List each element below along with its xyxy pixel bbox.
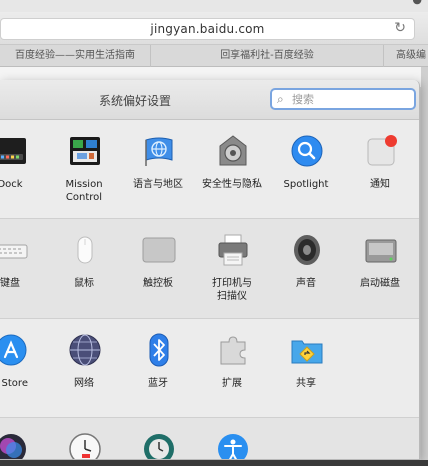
pane-label: 触控板 xyxy=(143,278,173,289)
pane-siri[interactable] xyxy=(0,418,50,459)
pane-keyboard[interactable]: 键盘 xyxy=(0,219,50,311)
pane-label: 蓝牙 xyxy=(148,378,168,389)
keyboard-icon xyxy=(0,244,28,259)
pane-language-region[interactable]: 语言与地区 xyxy=(118,120,198,212)
url-text: jingyan.baidu.com xyxy=(150,22,265,36)
mission-control-icon xyxy=(70,137,100,165)
pane-date-time[interactable] xyxy=(44,418,124,459)
siri-icon xyxy=(0,434,26,459)
accessibility-icon xyxy=(218,434,248,459)
search-input[interactable] xyxy=(292,91,408,107)
pane-label: Mission xyxy=(65,179,103,190)
pane-accessibility[interactable] xyxy=(192,418,272,459)
pane-security-privacy[interactable]: 安全性与隐私 xyxy=(192,120,272,212)
prefs-section-system xyxy=(0,417,419,459)
pane-label: Dock xyxy=(0,179,23,190)
sharing-icon xyxy=(291,340,323,364)
pane-label-line2: 扫描仪 xyxy=(217,291,247,302)
extensions-icon xyxy=(220,336,246,365)
pane-sharing[interactable]: 共享 xyxy=(266,319,346,411)
system-status-icon: ◕ xyxy=(412,0,422,6)
reload-icon[interactable]: ↻ xyxy=(394,20,406,36)
pane-bluetooth[interactable]: 蓝牙 xyxy=(118,319,198,411)
trackpad-icon xyxy=(142,237,176,263)
pane-label: 通知 xyxy=(370,179,390,190)
security-privacy-icon xyxy=(219,135,247,166)
pane-extensions[interactable]: 扩展 xyxy=(192,319,272,411)
tab-baidu-jingyan[interactable]: 百度经验——实用生活指南 xyxy=(0,45,151,67)
pane-sound[interactable]: 声音 xyxy=(266,219,346,311)
time-machine-icon xyxy=(144,434,174,459)
pane-app-store[interactable]: p Store xyxy=(0,319,50,411)
page-right-edge xyxy=(421,67,428,460)
pane-notifications[interactable]: 通知 xyxy=(340,120,419,212)
date-time-icon xyxy=(69,433,101,459)
menu-bar-strip: ◕ xyxy=(0,0,428,12)
search-field[interactable]: ⌕ xyxy=(270,88,416,110)
spotlight-icon xyxy=(291,135,323,167)
dock-icon xyxy=(0,138,26,164)
pane-trackpad[interactable]: 触控板 xyxy=(118,219,198,311)
prefs-section-personal: Dock Mission Control 语言与地区 xyxy=(0,120,419,218)
pane-time-machine[interactable] xyxy=(118,418,198,459)
pane-label: 安全性与隐私 xyxy=(202,179,262,190)
pane-spotlight[interactable]: Spotlight xyxy=(266,120,346,212)
app-store-icon xyxy=(0,334,27,366)
startup-disk-icon xyxy=(365,239,397,263)
notifications-icon xyxy=(367,135,397,166)
pane-label: Spotlight xyxy=(283,179,329,190)
pane-printers-scanners[interactable]: 打印机与 扫描仪 xyxy=(192,219,272,311)
pane-network[interactable]: 网络 xyxy=(44,319,124,411)
pane-mouse[interactable]: 鼠标 xyxy=(44,219,124,311)
network-icon xyxy=(69,334,101,366)
pane-startup-disk[interactable]: 启动磁盘 xyxy=(340,219,419,311)
pane-label: 语言与地区 xyxy=(133,179,183,190)
pane-mission-control[interactable]: Mission Control xyxy=(44,120,124,212)
system-preferences-window: 系统偏好设置 ⌕ Dock xyxy=(0,80,420,460)
pane-label: 启动磁盘 xyxy=(360,278,400,289)
pane-label: 声音 xyxy=(296,278,316,289)
mouse-icon xyxy=(77,236,93,264)
pane-label: 打印机与 xyxy=(212,278,252,289)
window-title: 系统偏好设置 xyxy=(98,94,171,108)
pane-label: 网络 xyxy=(74,378,94,389)
window-titlebar: 系统偏好设置 ⌕ xyxy=(0,80,419,120)
prefs-section-hardware: 键盘 鼠标 触控板 打印机与 扫描仪 声音 启动磁盘 xyxy=(0,218,419,318)
search-icon: ⌕ xyxy=(277,92,284,106)
address-field[interactable]: jingyan.baidu.com ↻ xyxy=(0,18,415,40)
dock-bar xyxy=(0,460,428,466)
pane-label: p Store xyxy=(0,378,28,389)
tab-welfare[interactable]: 回享福利社-百度经验 xyxy=(151,45,384,67)
pane-dock[interactable]: Dock xyxy=(0,120,50,212)
sound-icon xyxy=(294,235,320,265)
bluetooth-icon xyxy=(149,333,169,367)
pane-label: 扩展 xyxy=(222,378,242,389)
pane-label-line2: Control xyxy=(65,192,103,203)
browser-toolbar: jingyan.baidu.com ↻ xyxy=(0,12,428,45)
tab-bar: 百度经验——实用生活指南 回享福利社-百度经验 高级编 xyxy=(0,45,428,67)
pane-label: 共享 xyxy=(296,378,316,389)
language-region-icon xyxy=(145,137,173,166)
pane-label: 键盘 xyxy=(0,278,20,289)
tab-advanced[interactable]: 高级编 xyxy=(384,45,428,67)
prefs-section-internet: p Store 网络 蓝牙 扩展 xyxy=(0,318,419,417)
printer-scanner-icon xyxy=(218,234,248,266)
pane-label: 鼠标 xyxy=(74,278,94,289)
